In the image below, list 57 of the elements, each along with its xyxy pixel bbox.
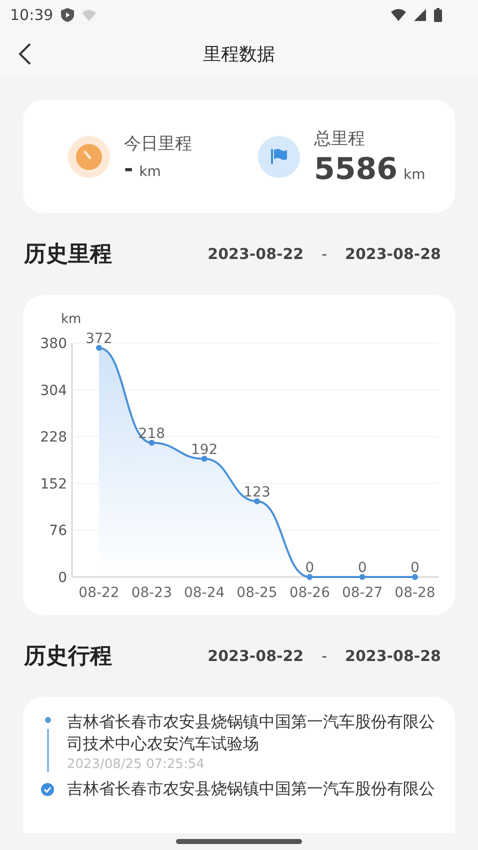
stat-unit: km xyxy=(404,166,426,182)
check-icon xyxy=(41,783,54,796)
flag-icon xyxy=(258,136,300,178)
y-tick-label: 304 xyxy=(40,382,67,399)
stopwatch-icon xyxy=(68,136,110,178)
data-point xyxy=(96,344,102,351)
shield-icon xyxy=(61,8,74,22)
x-tick-label: 08-27 xyxy=(342,585,383,601)
y-tick-label: 152 xyxy=(40,476,67,492)
section-title: 历史行程 xyxy=(24,643,113,671)
data-label: 123 xyxy=(244,484,270,500)
stat-label: 总里程 xyxy=(314,128,366,150)
data-point xyxy=(359,574,366,580)
data-label: 0 xyxy=(305,560,314,576)
stat-value: 5586 xyxy=(314,152,398,186)
x-tick-label: 08-28 xyxy=(394,585,436,601)
x-tick-label: 08-23 xyxy=(131,585,172,601)
wifi-icon xyxy=(82,10,96,20)
data-point xyxy=(306,574,313,580)
stat-value: - xyxy=(124,156,134,182)
timeline-dot-icon xyxy=(44,717,51,723)
x-tick-label: 08-25 xyxy=(236,585,278,601)
end-date[interactable]: 2023-08-28 xyxy=(345,647,441,665)
date-separator: - xyxy=(322,647,328,665)
signal-icon xyxy=(414,9,426,21)
data-label: 372 xyxy=(86,330,112,347)
battery-icon xyxy=(434,8,442,22)
data-point xyxy=(412,574,418,580)
end-date[interactable]: 2023-08-28 xyxy=(345,245,441,263)
trip-time: 2023/08/25 07:25:54 xyxy=(66,757,206,772)
data-point xyxy=(254,498,260,504)
x-tick-label: 08-22 xyxy=(78,585,120,601)
trip-address[interactable]: 吉林省长春市农安县烧锅镇中国第一汽车股份有限公 xyxy=(66,778,439,800)
data-point xyxy=(201,456,208,462)
wifi-icon xyxy=(391,9,406,21)
y-tick-label: 380 xyxy=(40,336,67,352)
y-tick-label: 228 xyxy=(40,430,67,446)
data-label: 0 xyxy=(358,560,367,576)
x-tick-label: 08-24 xyxy=(184,585,225,601)
status-time: 10:39 xyxy=(10,6,54,24)
y-tick-label: 0 xyxy=(58,570,67,586)
data-label: 192 xyxy=(190,442,218,458)
data-label: 218 xyxy=(138,426,166,442)
stat-label: 今日里程 xyxy=(124,132,192,154)
date-separator: - xyxy=(322,245,328,263)
start-date[interactable]: 2023-08-22 xyxy=(208,647,304,665)
section-title: 历史里程 xyxy=(24,241,113,269)
data-label: 0 xyxy=(410,560,420,576)
back-icon[interactable] xyxy=(19,43,31,65)
data-point xyxy=(148,440,155,446)
page-title: 里程数据 xyxy=(203,43,275,66)
y-tick-label: 76 xyxy=(49,523,67,540)
start-date[interactable]: 2023-08-22 xyxy=(208,245,304,263)
trip-address[interactable]: 吉林省长春市农安县烧锅镇中国第一汽车股份有限公司技术中心农安汽车试验场 xyxy=(66,711,439,755)
x-tick-label: 08-26 xyxy=(289,585,330,601)
axis-unit: km xyxy=(61,312,82,327)
stat-unit: km xyxy=(139,164,161,180)
